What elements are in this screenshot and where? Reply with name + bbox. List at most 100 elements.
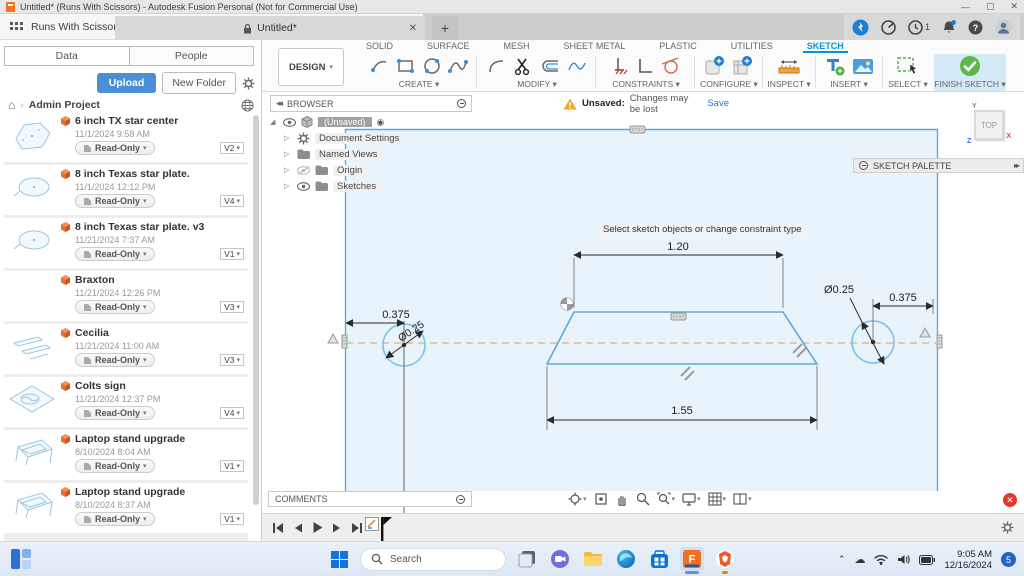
- start-button[interactable]: [327, 547, 351, 571]
- document-root-label[interactable]: (Unsaved): [318, 117, 372, 127]
- ribbon-tab-sheet-metal[interactable]: SHEET METAL: [560, 40, 630, 53]
- measure-icon[interactable]: [777, 56, 801, 76]
- pan-icon[interactable]: [615, 492, 629, 506]
- file-card[interactable]: Laptop stand upgrade8/10/2024 8:04 AMRea…: [4, 430, 248, 480]
- ribbon-tab-mesh[interactable]: MESH: [500, 40, 534, 53]
- create-menu[interactable]: CREATE ▾: [366, 79, 472, 90]
- cancel-command-button[interactable]: ✕: [1003, 493, 1017, 507]
- expand-icon[interactable]: ▷: [284, 150, 292, 158]
- tab-people[interactable]: People: [130, 46, 255, 66]
- timeline-playhead[interactable]: [381, 517, 393, 541]
- file-card[interactable]: Colts sign11/21/2024 12:37 PMRead-Only▾V…: [4, 377, 248, 427]
- collapse-browser-icon[interactable]: ◂◂: [276, 98, 281, 109]
- step-back-icon[interactable]: [293, 522, 303, 534]
- finish-sketch-button[interactable]: FINISH SKETCH ▾: [934, 79, 1006, 90]
- document-tab[interactable]: Untitled* ✕: [115, 16, 425, 40]
- help-icon[interactable]: ?: [968, 20, 983, 35]
- offset-tool-icon[interactable]: [539, 56, 561, 76]
- file-card[interactable]: Cecilia11/21/2024 11:00 AMRead-Only▾V3▾: [4, 324, 248, 374]
- team-name[interactable]: Runs With Scissors: [31, 21, 122, 33]
- browser-item-label[interactable]: Named Views: [315, 149, 381, 160]
- configuration-table-icon[interactable]: [732, 55, 754, 77]
- access-dropdown[interactable]: Read-Only▾: [75, 459, 155, 473]
- origin-point[interactable]: [561, 298, 573, 310]
- maximize-button[interactable]: ▢: [986, 1, 995, 12]
- workspace-selector[interactable]: DESIGN ▾: [278, 48, 344, 86]
- insert-image-icon[interactable]: [852, 56, 874, 76]
- file-card[interactable]: 6 inch TX star center11/1/2024 9:58 AMRe…: [4, 112, 248, 162]
- browser-item-sketches[interactable]: ▷ Sketches: [270, 178, 500, 194]
- browser-root-row[interactable]: ◢(Unsaved)◉: [270, 114, 500, 130]
- finish-sketch-check-icon[interactable]: [958, 54, 982, 78]
- text-insert-icon[interactable]: [824, 55, 846, 77]
- zoom-icon[interactable]: [636, 492, 650, 506]
- comments-minimize-icon[interactable]: [456, 495, 465, 504]
- ribbon-tab-sketch[interactable]: SKETCH: [803, 40, 848, 53]
- spline-tool-icon[interactable]: [448, 56, 468, 76]
- eye-icon[interactable]: [297, 182, 310, 191]
- widgets-icon[interactable]: [10, 548, 32, 570]
- eye-off-icon[interactable]: [297, 166, 310, 175]
- display-settings-icon[interactable]: ▾: [682, 493, 701, 506]
- version-dropdown[interactable]: V2▾: [220, 142, 244, 154]
- access-dropdown[interactable]: Read-Only▾: [75, 406, 155, 420]
- version-dropdown[interactable]: V3▾: [220, 301, 244, 313]
- expand-icon[interactable]: ▷: [284, 166, 292, 174]
- version-dropdown[interactable]: V1▾: [220, 513, 244, 525]
- comments-bar[interactable]: COMMENTS: [268, 491, 472, 507]
- tab-data[interactable]: Data: [4, 46, 130, 66]
- home-icon[interactable]: ⌂: [8, 98, 15, 112]
- radio-icon[interactable]: ◉: [377, 117, 385, 128]
- viewcube-face-label[interactable]: TOP: [981, 121, 997, 130]
- browser-item-document-settings[interactable]: ▷Document Settings: [270, 130, 500, 146]
- configure-menu[interactable]: CONFIGURE ▾: [698, 79, 760, 90]
- browser-item-origin[interactable]: ▷ Origin: [270, 162, 500, 178]
- expand-icon[interactable]: ▷: [284, 182, 292, 190]
- ribbon-tab-plastic[interactable]: PLASTIC: [655, 40, 701, 53]
- chat-icon[interactable]: [548, 547, 572, 571]
- inspect-menu[interactable]: INSPECT ▾: [764, 79, 814, 90]
- new-folder-button[interactable]: New Folder: [162, 72, 236, 94]
- orbit-icon[interactable]: ▾: [568, 492, 587, 506]
- step-forward-icon[interactable]: [332, 522, 342, 534]
- ribbon-tab-surface[interactable]: SURFACE: [423, 40, 474, 53]
- palette-minimize-icon[interactable]: [859, 161, 868, 170]
- trim-scissors-icon[interactable]: [513, 56, 533, 76]
- insert-menu[interactable]: INSERT ▾: [818, 79, 880, 90]
- expand-palette-icon[interactable]: ▸▸: [1014, 161, 1018, 170]
- perpendicular-constraint-icon[interactable]: [636, 56, 654, 76]
- browser-item-named-views[interactable]: ▷ Named Views: [270, 146, 500, 162]
- access-dropdown[interactable]: Read-Only▾: [75, 194, 155, 208]
- skip-to-start-icon[interactable]: [272, 522, 284, 534]
- fit-icon[interactable]: ▾: [657, 492, 676, 506]
- timeline-settings-gear-icon[interactable]: [1001, 521, 1014, 534]
- browser-item-label[interactable]: Sketches: [333, 181, 380, 192]
- version-dropdown[interactable]: V4▾: [220, 407, 244, 419]
- rectangle-tool-icon[interactable]: [396, 56, 416, 76]
- browser-item-label[interactable]: Origin: [333, 165, 366, 176]
- ribbon-tab-utilities[interactable]: UTILITIES: [727, 40, 777, 53]
- access-dropdown[interactable]: Read-Only▾: [75, 247, 155, 261]
- access-dropdown[interactable]: Read-Only▾: [75, 141, 155, 155]
- close-tab-icon[interactable]: ✕: [409, 23, 417, 34]
- clock[interactable]: 9:05 AM 12/16/2024: [944, 549, 992, 571]
- file-card[interactable]: 8 inch Texas star plate.11/1/2024 12:12 …: [4, 165, 248, 215]
- access-dropdown[interactable]: Read-Only▾: [75, 353, 155, 367]
- battery-icon[interactable]: [919, 555, 935, 565]
- breadcrumb[interactable]: Admin Project: [29, 99, 100, 111]
- extensions-icon[interactable]: [852, 19, 869, 36]
- sketch-feature-icon[interactable]: [365, 517, 379, 531]
- configure-icon[interactable]: [704, 55, 726, 77]
- look-at-icon[interactable]: [594, 492, 608, 506]
- access-dropdown[interactable]: Read-Only▾: [75, 300, 155, 314]
- task-view-icon[interactable]: [515, 547, 539, 571]
- select-menu[interactable]: SELECT ▾: [884, 79, 932, 90]
- version-dropdown[interactable]: V1▾: [220, 248, 244, 260]
- grid-display-icon[interactable]: ▾: [708, 492, 727, 506]
- line-tool-icon[interactable]: [370, 56, 390, 76]
- microsoft-store-icon[interactable]: [647, 547, 671, 571]
- access-dropdown[interactable]: Read-Only▾: [75, 512, 155, 526]
- circle-tool-icon[interactable]: [422, 56, 442, 76]
- version-dropdown[interactable]: V4▾: [220, 195, 244, 207]
- view-cube[interactable]: TOP Y X Z: [974, 110, 1004, 140]
